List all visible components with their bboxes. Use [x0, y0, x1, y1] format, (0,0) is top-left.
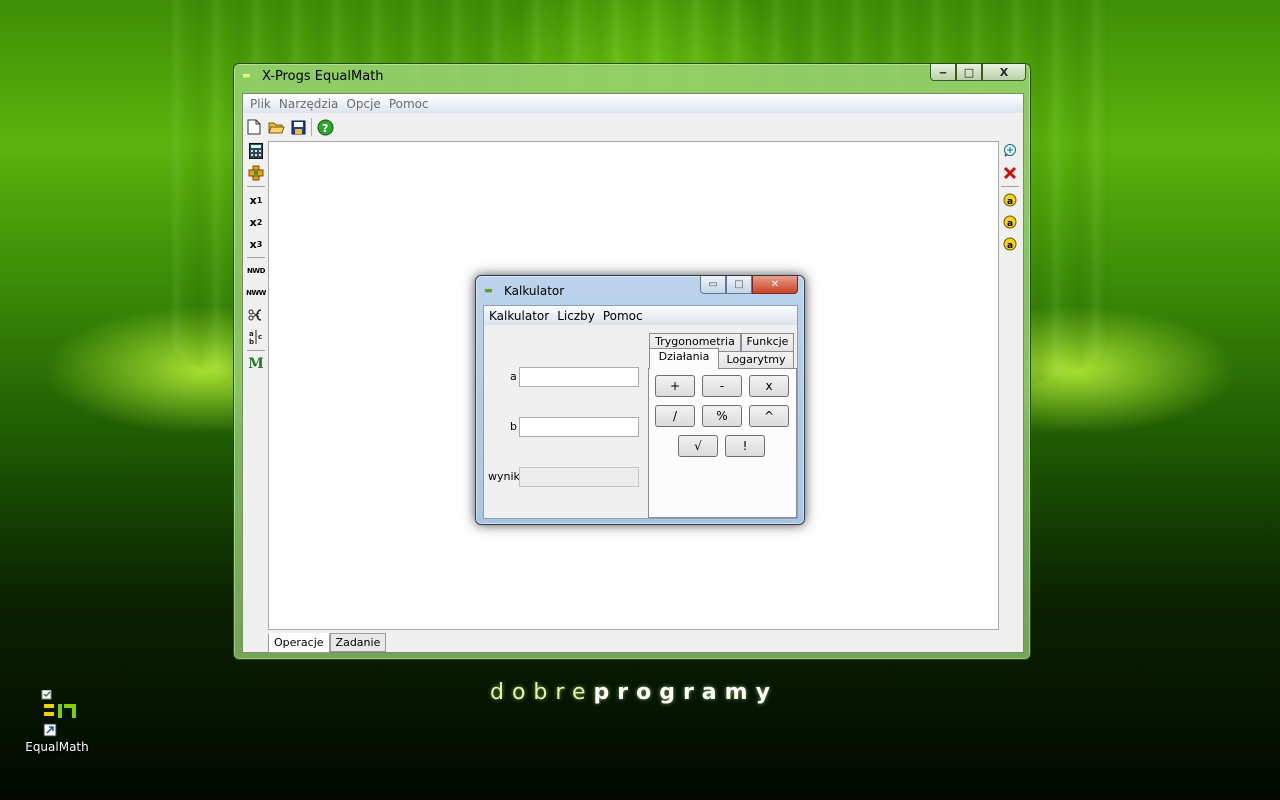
zoom-icon[interactable] — [1000, 140, 1020, 162]
calculator-app-icon: ▬ — [484, 286, 493, 296]
sqrt-button[interactable]: √ — [678, 435, 718, 457]
new-file-icon[interactable] — [245, 118, 263, 136]
app-icon: ▬ — [242, 71, 251, 81]
brand-bold: programy — [593, 680, 778, 705]
menu-narzedzia[interactable]: Narzędzia — [275, 97, 343, 111]
save-icon[interactable] — [289, 118, 307, 136]
multiply-button[interactable]: x — [749, 375, 789, 397]
tab-operacje[interactable]: Operacje — [268, 633, 330, 653]
menu-plik[interactable]: Plik — [246, 97, 275, 111]
svg-text:b: b — [249, 338, 254, 345]
lock-icon[interactable]: a — [1000, 189, 1020, 211]
percent-button[interactable]: % — [702, 405, 742, 427]
b-label: b — [510, 420, 517, 433]
power-2-exponent: 2 — [256, 217, 263, 227]
maximize-button[interactable]: □ — [956, 64, 982, 81]
scissors-icon[interactable] — [246, 304, 266, 326]
svg-text:c: c — [258, 333, 262, 341]
power-button[interactable]: ^ — [749, 405, 789, 427]
result-field — [519, 467, 639, 487]
operation-tabs: Trygonometria Funkcje Działania Logarytm… — [648, 329, 798, 519]
window-title: X-Progs EqualMath — [262, 69, 384, 84]
calculator-menubar: Kalkulator Liczby Pomoc — [484, 306, 797, 325]
calc-minimize-button[interactable]: ▭ — [700, 276, 726, 294]
delete-icon[interactable] — [1000, 162, 1020, 184]
tab-dzialania[interactable]: Działania — [649, 348, 719, 369]
left-toolbar-separator — [247, 350, 265, 351]
calc-menu-kalkulator[interactable]: Kalkulator — [485, 309, 553, 323]
matrix-m-label: M — [248, 356, 264, 372]
desktop-shortcut-label: EqualMath — [25, 740, 89, 754]
toolbar-separator — [311, 118, 312, 136]
add-button[interactable]: + — [655, 375, 695, 397]
svg-text:?: ? — [322, 122, 328, 135]
main-toolbar: ? — [245, 116, 334, 138]
equalmath-icon — [32, 689, 82, 738]
tab-funkcje[interactable]: Funkcje — [741, 333, 794, 351]
right-toolbar: a a a — [999, 140, 1021, 255]
power-1-exponent: 1 — [256, 195, 263, 205]
result-label: wynik — [488, 470, 520, 483]
left-toolbar-separator — [247, 186, 265, 187]
add-plus-icon[interactable] — [246, 162, 266, 184]
fraction-icon[interactable]: abc — [246, 326, 266, 348]
close-button[interactable]: X — [982, 64, 1026, 81]
minimize-button[interactable]: ‒ — [930, 64, 956, 81]
lock-icon-2[interactable]: a — [1000, 211, 1020, 233]
tab-zadanie[interactable]: Zadanie — [329, 633, 387, 652]
calc-menu-pomoc[interactable]: Pomoc — [599, 309, 647, 323]
b-input[interactable] — [519, 417, 639, 437]
left-toolbar: x1 x2 x3 NWD NWW abc M — [245, 140, 267, 375]
subtract-button[interactable]: - — [702, 375, 742, 397]
dzialania-panel: + - x / % ^ √ ! — [648, 368, 797, 518]
factorial-button[interactable]: ! — [725, 435, 765, 457]
right-toolbar-separator — [1001, 186, 1019, 187]
power-3-exponent: 3 — [256, 239, 263, 249]
power-1-base: x — [249, 193, 257, 207]
svg-text:a: a — [249, 330, 254, 338]
a-input[interactable] — [519, 367, 639, 387]
left-toolbar-separator — [247, 257, 265, 258]
lock-icon-3[interactable]: a — [1000, 233, 1020, 255]
main-menubar: Plik Narzędzia Opcje Pomoc — [243, 94, 1023, 113]
menu-opcje[interactable]: Opcje — [342, 97, 384, 111]
power-3-base: x — [249, 237, 257, 251]
a-label: a — [510, 370, 517, 383]
brand-light: dobre — [490, 680, 594, 705]
power-3-button[interactable]: x3 — [246, 233, 266, 255]
svg-text:a: a — [1007, 241, 1013, 251]
calculator-client: Kalkulator Liczby Pomoc a b wynik Trygon… — [483, 305, 798, 519]
calc-close-button[interactable]: ✕ — [752, 276, 798, 294]
desktop-shortcut-equalmath[interactable]: EqualMath — [22, 689, 92, 754]
open-folder-icon[interactable] — [267, 118, 285, 136]
main-titlebar[interactable]: ▬ X-Progs EqualMath ‒ □ X — [234, 64, 1030, 90]
svg-text:a: a — [1007, 197, 1013, 207]
calculator-window: ▬ Kalkulator ▭ □ ✕ Kalkulator Liczby Pom… — [475, 275, 805, 525]
help-icon[interactable]: ? — [316, 118, 334, 136]
calculator-title: Kalkulator — [504, 284, 565, 298]
menu-pomoc[interactable]: Pomoc — [385, 97, 433, 111]
divide-button[interactable]: / — [655, 405, 695, 427]
power-2-button[interactable]: x2 — [246, 211, 266, 233]
power-2-base: x — [249, 215, 257, 229]
svg-text:a: a — [1007, 219, 1013, 229]
nwd-button[interactable]: NWD — [246, 260, 266, 282]
dobreprogramy-logo: dobreprogramy — [490, 680, 790, 710]
matrix-m-button[interactable]: M — [246, 353, 266, 375]
calculator-icon[interactable] — [246, 140, 266, 162]
calc-maximize-button[interactable]: □ — [726, 276, 752, 294]
power-1-button[interactable]: x1 — [246, 189, 266, 211]
tab-logarytmy[interactable]: Logarytmy — [718, 351, 794, 369]
bottom-tabs: Operacje Zadanie — [268, 633, 387, 653]
nww-button[interactable]: NWW — [246, 282, 266, 304]
calc-menu-liczby[interactable]: Liczby — [553, 309, 599, 323]
